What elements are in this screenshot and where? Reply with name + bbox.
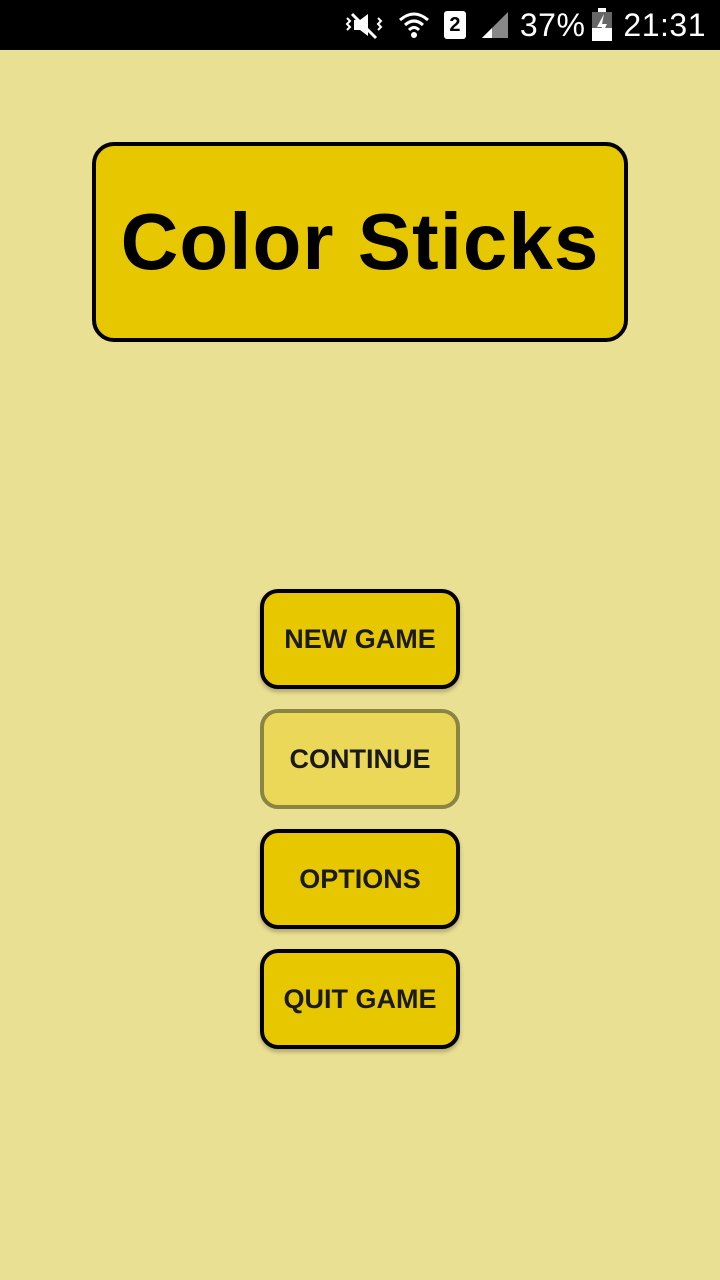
battery-percent: 37% xyxy=(519,6,586,43)
new-game-button[interactable]: NEW GAME xyxy=(260,589,460,689)
clock: 21:31 xyxy=(623,6,706,43)
title-banner: Color Sticks xyxy=(92,142,628,342)
status-bar: 2 37% 21:31 xyxy=(0,0,720,50)
continue-button[interactable]: CONTINUE xyxy=(260,709,460,809)
signal-icon xyxy=(480,10,510,40)
vibrate-mute-icon xyxy=(344,10,384,40)
sim-slot-label: 2 xyxy=(443,11,466,39)
wifi-icon xyxy=(398,10,430,40)
game-title: Color Sticks xyxy=(120,197,600,286)
options-button[interactable]: OPTIONS xyxy=(260,829,460,929)
sim-2-icon: 2 xyxy=(443,11,466,39)
battery-charging-icon xyxy=(591,8,613,42)
quit-game-button[interactable]: QUIT GAME xyxy=(260,949,460,1049)
